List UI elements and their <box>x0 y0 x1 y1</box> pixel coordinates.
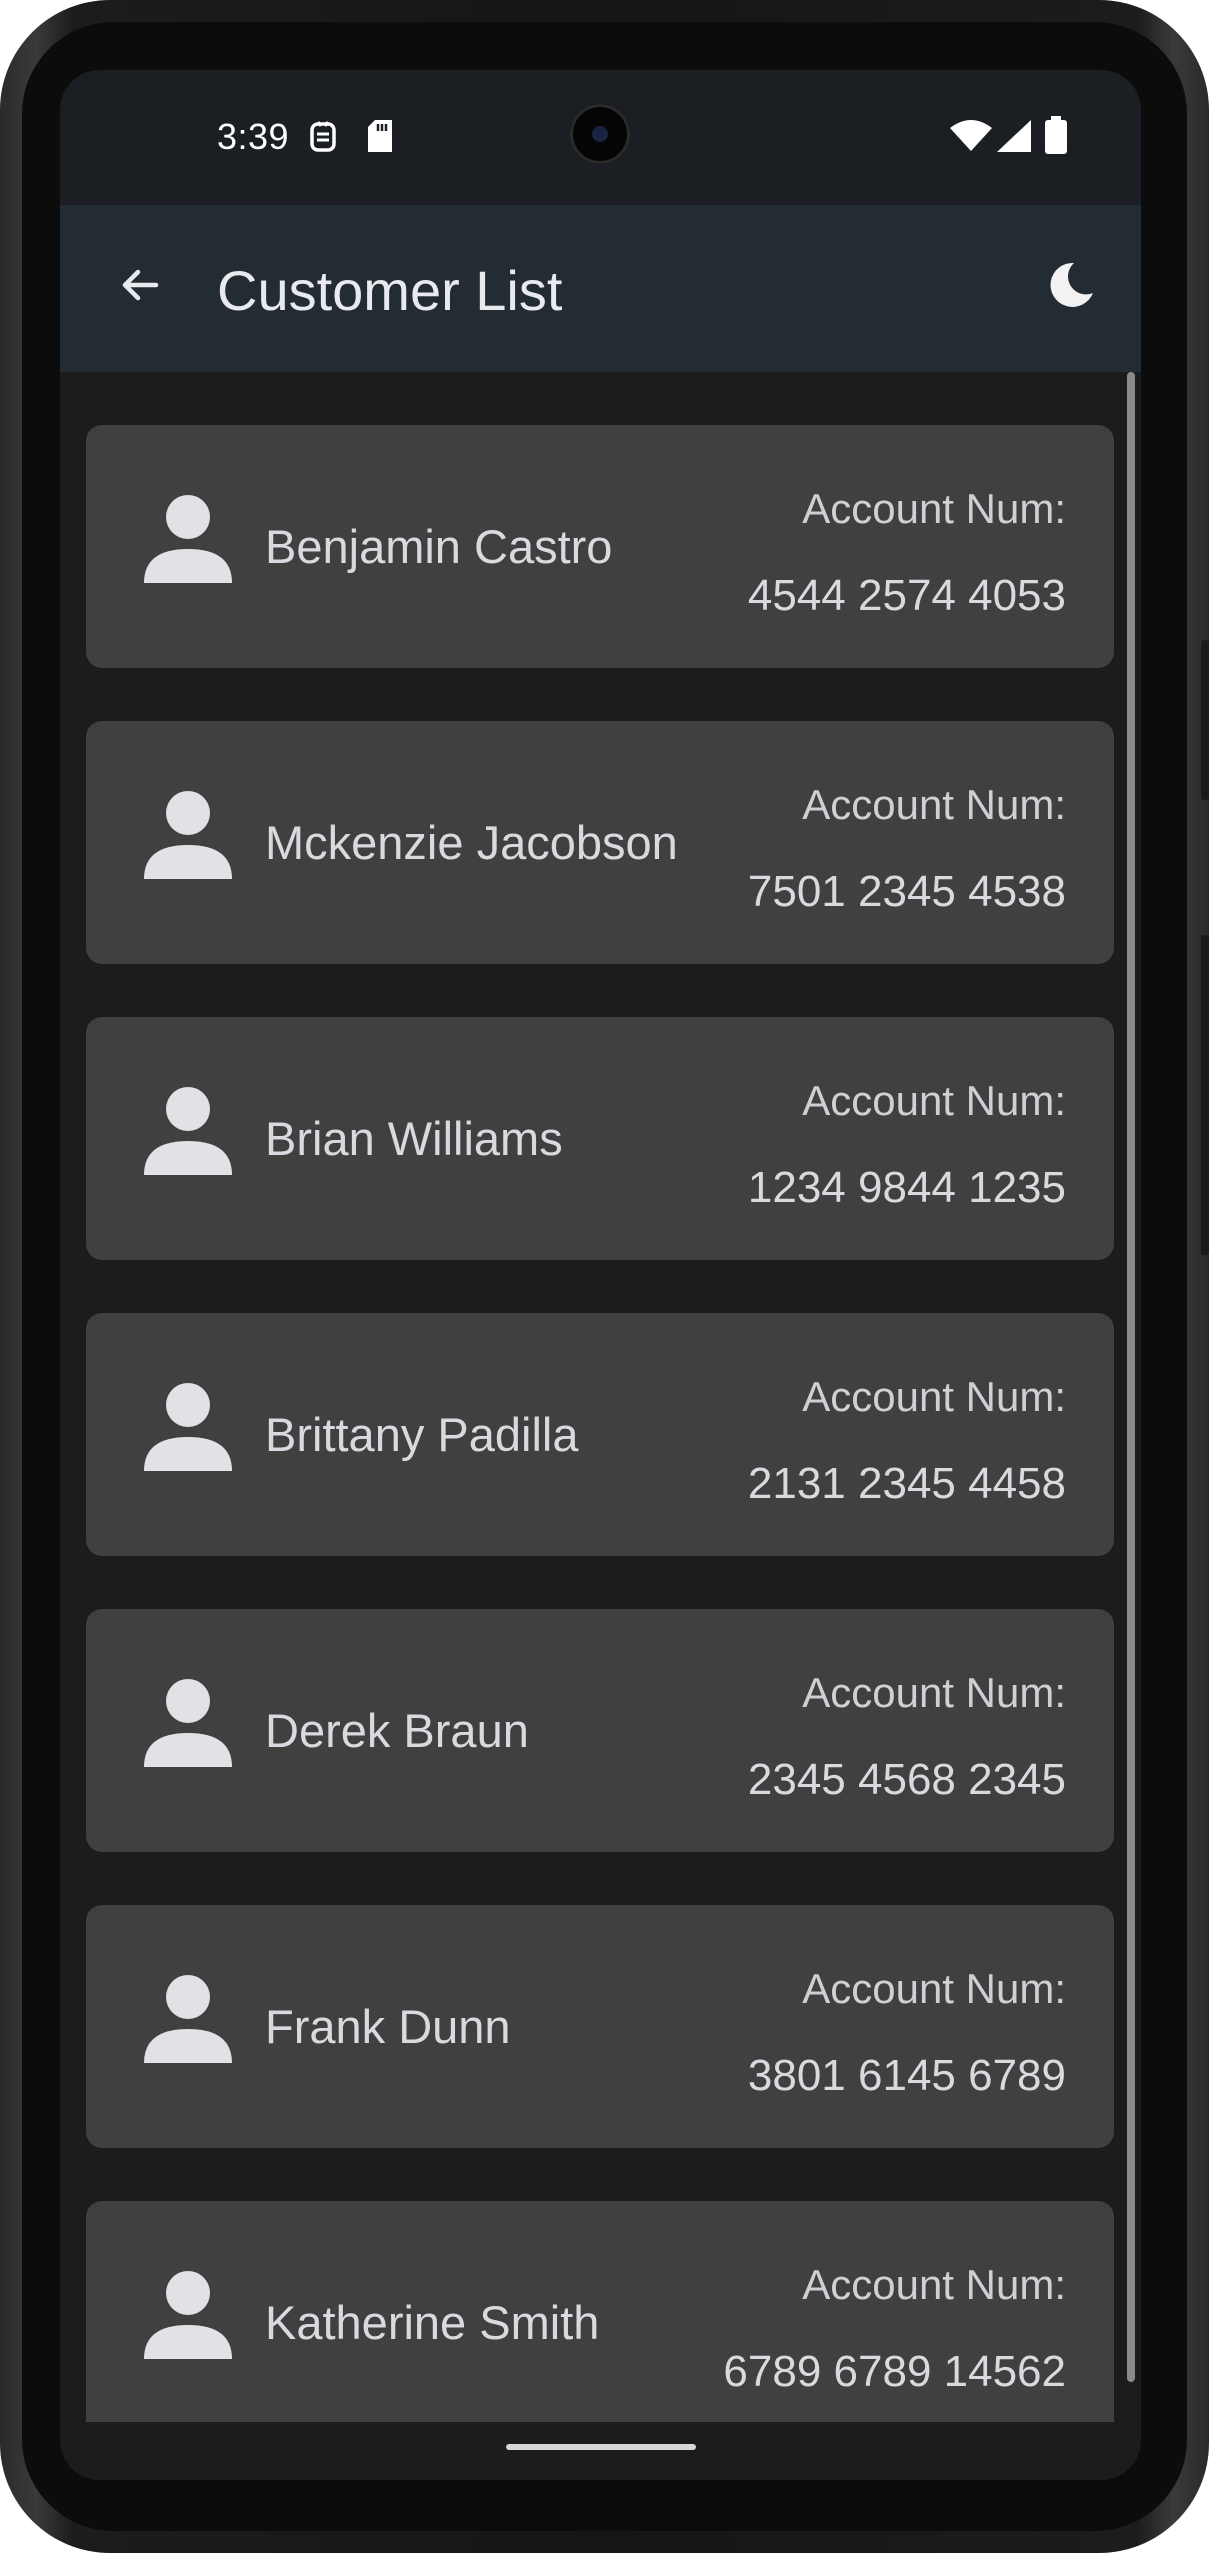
person-icon <box>138 787 238 887</box>
customer-card[interactable]: Benjamin Castro Account Num: 4544 2574 4… <box>86 425 1114 668</box>
person-icon <box>138 1379 238 1479</box>
account-number: 2131 2345 4458 <box>747 1459 1066 1508</box>
account-label: Account Num: <box>802 1669 1066 1716</box>
list-scrollbar[interactable] <box>1127 372 1135 2382</box>
arrow-back-icon <box>116 261 164 314</box>
customer-list[interactable]: Benjamin Castro Account Num: 4544 2574 4… <box>60 372 1141 2422</box>
sd-card-icon <box>366 118 394 159</box>
battery-icon <box>1045 116 1067 159</box>
account-number: 1234 9844 1235 <box>747 1163 1066 1212</box>
power-button <box>1201 935 1209 1255</box>
person-icon <box>138 1083 238 1183</box>
account-number: 2345 4568 2345 <box>747 1755 1066 1804</box>
account-label: Account Num: <box>802 2261 1066 2308</box>
person-icon <box>138 1971 238 2071</box>
account-number: 3801 6145 6789 <box>747 2051 1066 2100</box>
volume-button <box>1201 640 1209 800</box>
customer-card[interactable]: Brian Williams Account Num: 1234 9844 12… <box>86 1017 1114 1260</box>
phone-frame: 3:39 Customer List Benjamin Castro Accou… <box>0 0 1209 2553</box>
customer-name: Katherine Smith <box>265 2296 600 2349</box>
page-title: Customer List <box>217 259 563 322</box>
account-number: 6789 6789 14562 <box>723 2347 1066 2396</box>
person-icon <box>138 2267 238 2367</box>
status-bar: 3:39 <box>60 70 1141 205</box>
customer-card[interactable]: Frank Dunn Account Num: 3801 6145 6789 <box>86 1905 1114 2148</box>
person-icon <box>138 491 238 591</box>
home-gesture-handle[interactable] <box>506 2444 696 2450</box>
dark-mode-moon-icon <box>1046 260 1096 315</box>
customer-card[interactable]: Brittany Padilla Account Num: 2131 2345 … <box>86 1313 1114 1556</box>
account-label: Account Num: <box>802 485 1066 532</box>
customer-card[interactable]: Derek Braun Account Num: 2345 4568 2345 <box>86 1609 1114 1852</box>
customer-name: Brittany Padilla <box>265 1408 579 1461</box>
device-screen: 3:39 Customer List Benjamin Castro Accou… <box>60 70 1141 2480</box>
customer-card[interactable]: Katherine Smith Account Num: 6789 6789 1… <box>86 2201 1114 2422</box>
customer-name: Derek Braun <box>265 1704 529 1757</box>
gesture-nav-bar <box>60 2422 1141 2480</box>
account-label: Account Num: <box>802 1373 1066 1420</box>
account-number: 7501 2345 4538 <box>747 867 1066 916</box>
account-label: Account Num: <box>802 1077 1066 1124</box>
account-label: Account Num: <box>802 781 1066 828</box>
notification-app-icon <box>308 118 338 159</box>
app-bar: Customer List <box>60 205 1141 372</box>
theme-toggle-button[interactable] <box>1031 247 1111 327</box>
signal-icon <box>997 120 1031 157</box>
customer-name: Mckenzie Jacobson <box>265 816 678 869</box>
status-time: 3:39 <box>217 116 290 157</box>
back-button[interactable] <box>100 247 180 327</box>
wifi-icon <box>950 120 992 157</box>
customer-name: Frank Dunn <box>265 2000 511 2053</box>
customer-card[interactable]: Mckenzie Jacobson Account Num: 7501 2345… <box>86 721 1114 964</box>
customer-name: Brian Williams <box>265 1112 563 1165</box>
account-label: Account Num: <box>802 1965 1066 2012</box>
customer-name: Benjamin Castro <box>265 520 613 573</box>
front-camera <box>570 104 630 164</box>
account-number: 4544 2574 4053 <box>747 571 1066 620</box>
person-icon <box>138 1675 238 1775</box>
